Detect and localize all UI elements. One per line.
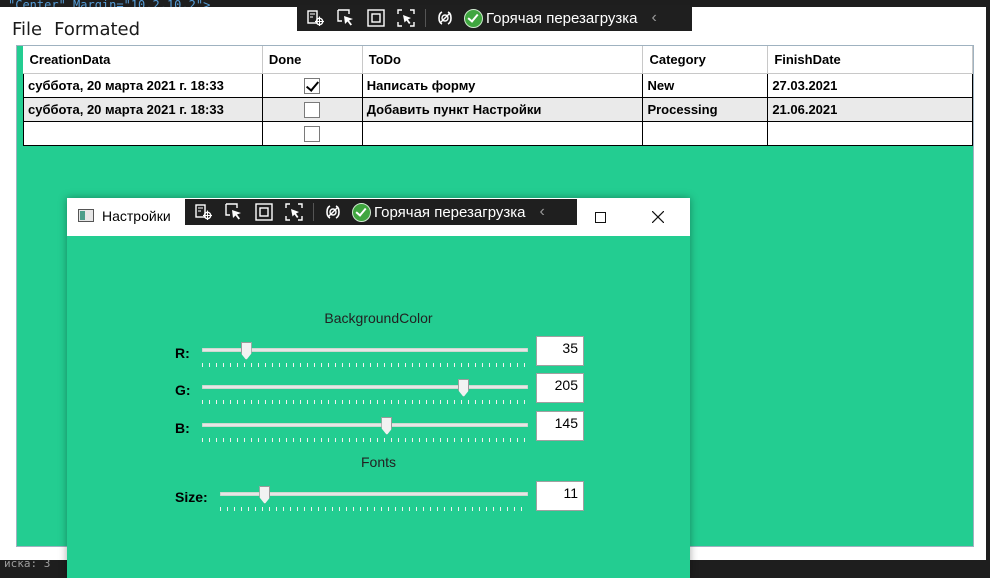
- maximize-icon: [594, 211, 606, 223]
- track-focus-icon[interactable]: [395, 7, 417, 29]
- column-header-category[interactable]: Category: [642, 46, 769, 74]
- menu-file[interactable]: File: [0, 19, 50, 40]
- slider-label-b: B:: [175, 420, 190, 436]
- slider-label-r: R:: [175, 345, 190, 361]
- display-layout-adorners-icon[interactable]: [253, 201, 275, 223]
- settings-window: Настройки Горячая перезагрузка ‹ Backgro…: [67, 198, 690, 578]
- background-color-heading: BackgroundColor: [324, 310, 433, 326]
- slider-track: [202, 423, 528, 427]
- cell-creation[interactable]: [23, 121, 263, 146]
- cell-todo[interactable]: Написать форму: [361, 73, 644, 98]
- slider-track: [202, 385, 528, 389]
- display-layout-adorners-icon[interactable]: [365, 7, 387, 29]
- hot-reload-label[interactable]: Горячая перезагрузка: [486, 10, 638, 27]
- cell-category[interactable]: Processing: [642, 97, 769, 122]
- maximize-button[interactable]: [571, 198, 629, 236]
- binding-failures-icon[interactable]: [434, 7, 456, 29]
- grid-header-row: CreationData Done ToDo Category FinishDa…: [23, 46, 973, 74]
- close-button[interactable]: [629, 198, 687, 236]
- slider-ticks: [202, 438, 528, 442]
- column-header-finish[interactable]: FinishDate: [767, 46, 973, 74]
- slider-thumb[interactable]: [458, 379, 470, 397]
- xaml-dev-toolbar-settings: Горячая перезагрузка ‹: [185, 199, 577, 225]
- cell-todo[interactable]: Добавить пункт Настройки: [361, 97, 644, 122]
- cell-finish[interactable]: 27.03.2021: [767, 73, 973, 98]
- value-box-r[interactable]: 35: [536, 336, 584, 366]
- cell-done[interactable]: [261, 73, 363, 98]
- hot-reload-label[interactable]: Горячая перезагрузка: [374, 204, 526, 221]
- value-box-g[interactable]: 205: [536, 373, 584, 403]
- slider-ticks: [202, 363, 528, 367]
- table-row[interactable]: суббота, 20 марта 2021 г. 18:33 Написать…: [23, 73, 973, 98]
- slider-g[interactable]: [202, 379, 528, 409]
- done-checkbox[interactable]: [304, 125, 321, 142]
- column-header-todo[interactable]: ToDo: [362, 46, 644, 74]
- binding-failures-icon[interactable]: [322, 201, 344, 223]
- column-header-done[interactable]: Done: [262, 46, 363, 74]
- settings-body: BackgroundColor R: 35 G: 205 B: 145 Font…: [67, 236, 690, 578]
- hot-reload-status-icon: [352, 202, 371, 222]
- done-checkbox[interactable]: [304, 77, 321, 94]
- cell-done[interactable]: [261, 121, 363, 146]
- todo-datagrid: CreationData Done ToDo Category FinishDa…: [23, 46, 973, 146]
- select-element-icon[interactable]: [335, 7, 357, 29]
- value-box-b[interactable]: 145: [536, 411, 584, 441]
- cell-done[interactable]: [261, 97, 363, 122]
- select-element-icon[interactable]: [223, 201, 245, 223]
- slider-b[interactable]: [202, 417, 528, 447]
- slider-thumb[interactable]: [259, 486, 271, 504]
- slider-label-size: Size:: [175, 489, 208, 505]
- menu-bar: File Formated: [0, 16, 148, 42]
- window-app-icon: [78, 209, 94, 222]
- close-icon: [652, 211, 664, 223]
- toolbar-separator: [425, 9, 426, 27]
- column-header-creation[interactable]: CreationData: [23, 46, 263, 74]
- track-focus-icon[interactable]: [283, 201, 305, 223]
- done-checkbox[interactable]: [304, 101, 321, 118]
- cell-finish[interactable]: 21.06.2021: [767, 97, 973, 122]
- cell-category[interactable]: New: [642, 73, 769, 98]
- slider-label-g: G:: [175, 382, 191, 398]
- slider-thumb[interactable]: [381, 417, 393, 435]
- cell-todo[interactable]: [361, 121, 644, 146]
- cell-category[interactable]: [642, 121, 769, 146]
- xaml-dev-toolbar-main: Горячая перезагрузка ‹: [297, 5, 692, 31]
- value-box-size[interactable]: 11: [536, 481, 584, 511]
- cell-creation[interactable]: суббота, 20 марта 2021 г. 18:33: [23, 73, 263, 98]
- toolbar-separator: [313, 203, 314, 221]
- fonts-heading: Fonts: [360, 454, 396, 470]
- live-visual-tree-icon[interactable]: [193, 201, 215, 223]
- new-item-row[interactable]: [23, 121, 973, 146]
- hot-reload-status-icon: [464, 8, 483, 28]
- slider-r[interactable]: [202, 342, 528, 372]
- menu-formated[interactable]: Formated: [50, 19, 148, 40]
- slider-ticks: [220, 507, 528, 511]
- settings-window-title: Настройки: [102, 208, 171, 224]
- slider-size[interactable]: [220, 486, 528, 516]
- slider-thumb[interactable]: [240, 342, 252, 360]
- cell-creation[interactable]: суббота, 20 марта 2021 г. 18:33: [23, 97, 263, 122]
- collapse-chevron-icon[interactable]: ‹: [540, 203, 545, 221]
- slider-ticks: [202, 400, 528, 404]
- live-visual-tree-icon[interactable]: [305, 7, 327, 29]
- table-row[interactable]: суббота, 20 марта 2021 г. 18:33 Добавить…: [23, 97, 973, 122]
- collapse-chevron-icon[interactable]: ‹: [652, 9, 657, 27]
- cell-finish[interactable]: [767, 121, 973, 146]
